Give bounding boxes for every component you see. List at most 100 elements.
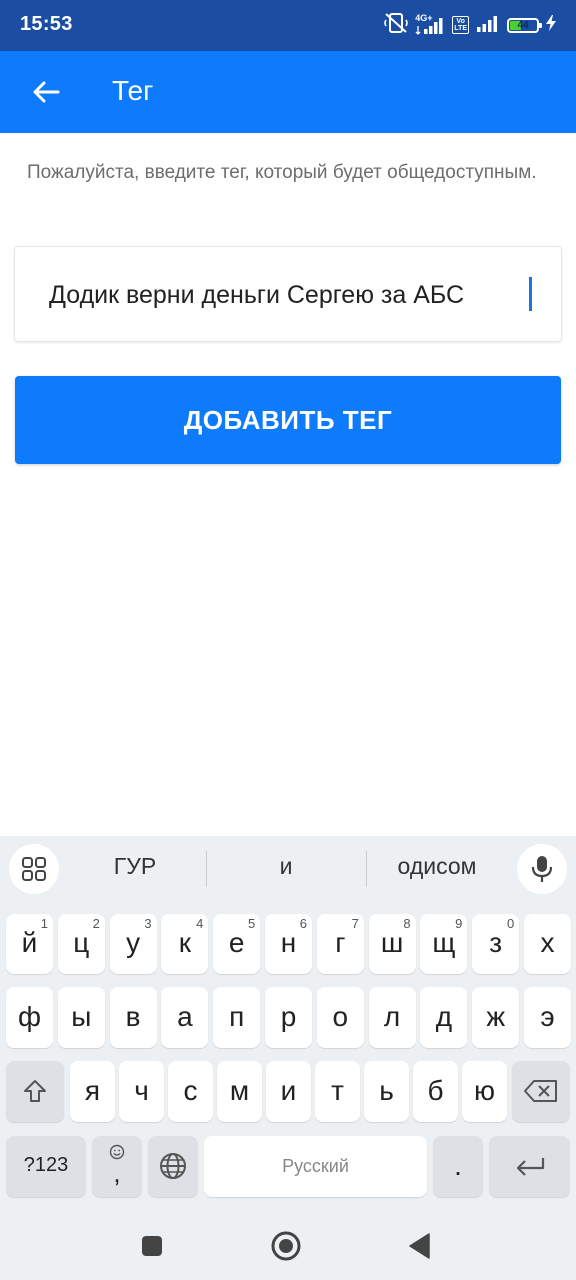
grid-icon: [22, 857, 46, 881]
key-з-label: з: [489, 927, 503, 958]
key-п-label: п: [229, 1001, 245, 1032]
add-tag-button[interactable]: ДОБАВИТЬ ТЕГ: [15, 376, 561, 464]
key-р-label: р: [280, 1001, 297, 1032]
key-ш[interactable]: ш8: [368, 914, 416, 974]
signal-icon: 4G+: [415, 14, 445, 36]
key-ц-hint: 2: [92, 916, 100, 931]
back-button[interactable]: [24, 70, 68, 114]
text-cursor: [529, 277, 532, 311]
recents-button[interactable]: [134, 1228, 170, 1264]
key-в[interactable]: в: [109, 987, 157, 1048]
suggestion-bar: ГУР и одисом: [0, 836, 576, 902]
key-о[interactable]: о: [316, 987, 364, 1048]
key-ш-label: ш: [380, 927, 404, 958]
microphone-icon: [531, 856, 553, 882]
key-ю-label: ю: [474, 1075, 495, 1106]
voice-input-button[interactable]: [517, 844, 567, 894]
key-й-hint: 1: [40, 916, 48, 931]
battery-level: 44: [517, 19, 529, 31]
back-nav-button[interactable]: [402, 1228, 438, 1264]
key-ы-label: ы: [71, 1001, 92, 1032]
key-н-label: н: [280, 927, 297, 958]
battery-icon: 44: [507, 17, 542, 33]
status-bar: 15:53 4G+ Vo LTE 44: [0, 0, 576, 51]
key-р[interactable]: р: [265, 987, 312, 1048]
suggestion-2[interactable]: и: [220, 853, 352, 880]
key-з-hint: 0: [506, 916, 515, 931]
app-bar: Тег: [0, 51, 576, 133]
period-key[interactable]: .: [433, 1136, 483, 1197]
key-е[interactable]: е5: [213, 914, 261, 974]
key-ф[interactable]: ф: [6, 987, 53, 1048]
key-э[interactable]: э: [524, 987, 571, 1048]
key-с[interactable]: с: [168, 1061, 213, 1122]
status-icons: 4G+ Vo LTE 44: [384, 12, 556, 38]
key-м[interactable]: м: [217, 1061, 262, 1122]
suggestion-3[interactable]: одисом: [378, 853, 496, 880]
key-к[interactable]: к4: [161, 914, 209, 974]
key-с-label: с: [183, 1075, 198, 1106]
key-к-hint: 4: [196, 916, 204, 931]
key-ч-label: ч: [134, 1075, 149, 1106]
key-х[interactable]: х: [524, 914, 571, 974]
key-д[interactable]: д: [420, 987, 468, 1048]
key-г-label: г: [335, 927, 346, 958]
triangle-back-icon: [409, 1233, 430, 1259]
tag-input[interactable]: Додик верни деньги Сергею за АБС: [14, 246, 562, 342]
key-у-hint: 3: [144, 916, 152, 931]
key-т[interactable]: т: [315, 1061, 360, 1122]
key-ц-label: ц: [73, 927, 90, 958]
key-н[interactable]: н6: [265, 914, 312, 974]
key-ю[interactable]: ю: [462, 1061, 507, 1122]
hint-text: Пожалуйста, введите тег, который будет о…: [27, 162, 537, 183]
volte-top-label: Vo: [456, 18, 465, 25]
arrow-left-icon: [33, 81, 60, 103]
key-г[interactable]: г7: [316, 914, 364, 974]
key-к-label: к: [178, 927, 192, 958]
space-key[interactable]: Русский: [204, 1136, 427, 1197]
key-щ-label: щ: [432, 927, 456, 958]
enter-key[interactable]: [489, 1136, 570, 1197]
key-э-label: э: [540, 1001, 555, 1032]
keyboard-menu-button[interactable]: [9, 844, 59, 894]
key-ь-label: ь: [379, 1075, 394, 1106]
suggestion-1[interactable]: ГУР: [78, 853, 192, 880]
key-ь[interactable]: ь: [364, 1061, 409, 1122]
key-а[interactable]: а: [161, 987, 209, 1048]
key-п[interactable]: п: [213, 987, 261, 1048]
key-я[interactable]: я: [70, 1061, 115, 1122]
emoji-comma-key[interactable]: ,: [92, 1136, 142, 1197]
shift-key[interactable]: [6, 1061, 64, 1122]
symbols-key[interactable]: ?123: [6, 1136, 86, 1197]
key-л[interactable]: л: [368, 987, 416, 1048]
tag-input-value: Додик верни деньги Сергею за АБС: [49, 281, 465, 309]
key-й[interactable]: й1: [6, 914, 53, 974]
key-ж[interactable]: ж: [472, 987, 520, 1048]
key-з[interactable]: з0: [472, 914, 520, 974]
page-title: Тег: [112, 75, 154, 106]
key-н-hint: 6: [299, 916, 307, 931]
key-щ-hint: 9: [455, 916, 463, 931]
key-и[interactable]: и: [266, 1061, 311, 1122]
signal-icon: [476, 13, 500, 38]
key-л-label: л: [383, 1001, 401, 1032]
key-ы[interactable]: ы: [57, 987, 105, 1048]
key-и-label: и: [280, 1075, 297, 1106]
key-ч[interactable]: ч: [119, 1061, 164, 1122]
volte-bottom-label: LTE: [454, 25, 467, 32]
navigation-bar: [0, 1210, 576, 1280]
key-о-label: о: [332, 1001, 349, 1032]
space-key-label: Русский: [282, 1156, 349, 1176]
globe-icon: [160, 1153, 186, 1179]
key-ц[interactable]: ц2: [57, 914, 105, 974]
home-button[interactable]: [268, 1228, 304, 1264]
key-в-label: в: [125, 1001, 141, 1032]
period-key-label: .: [454, 1150, 462, 1181]
key-б[interactable]: б: [413, 1061, 458, 1122]
key-щ[interactable]: щ9: [420, 914, 468, 974]
keyboard: ГУР и одисом й1ц2у3к4е5н6г7ш8щ9з0х фывап…: [0, 836, 576, 1210]
language-key[interactable]: [148, 1136, 198, 1197]
backspace-key[interactable]: [512, 1061, 570, 1122]
key-т-label: т: [331, 1075, 344, 1106]
key-у[interactable]: у3: [109, 914, 157, 974]
